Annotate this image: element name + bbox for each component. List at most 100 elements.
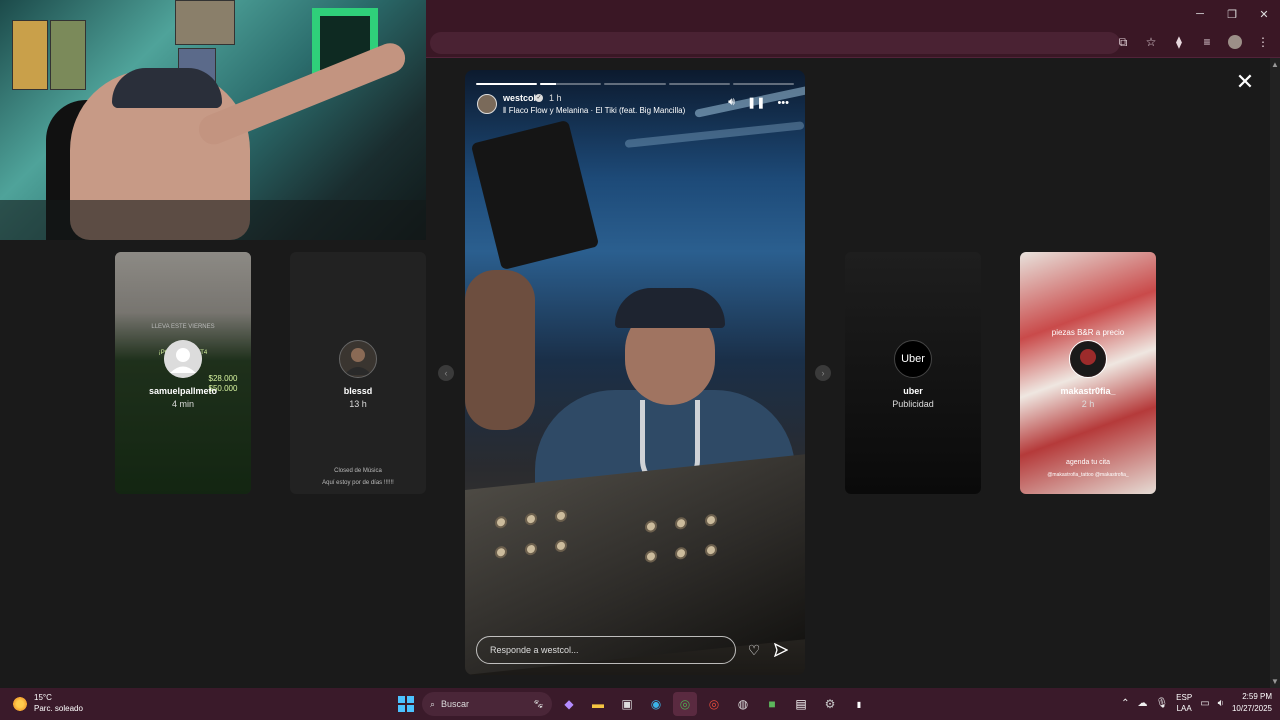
epic-games-icon[interactable]: ▮ [847, 692, 871, 716]
story-music[interactable]: ⦀ Flaco Flow y Melanina · El Tiki (feat.… [503, 106, 685, 116]
card-username: samuelpallmeto [148, 386, 218, 396]
search-label: Buscar [441, 699, 470, 709]
music-label: Flaco Flow y Melanina · El Tiki (feat. B… [508, 106, 686, 115]
mixer-knob [495, 515, 507, 529]
card-text: Closed de Música [334, 468, 382, 474]
webcam-overlay [0, 0, 426, 240]
story-card[interactable]: LLEVA ESTE VIERNES ¡POR EL VOLET4 $28.00… [115, 252, 251, 494]
wall-poster [50, 20, 86, 90]
toolbar-icons: ⧉ ☆ ⧫ ≡ ⋮ [1114, 33, 1272, 51]
search-highlight-icon: 🐾︎ [532, 698, 544, 709]
avatar: Uber [894, 340, 932, 378]
mixer-knob [675, 516, 687, 530]
lang-bottom: LAA [1176, 704, 1192, 713]
active-story[interactable] [465, 70, 805, 675]
camera-rig [470, 119, 600, 271]
scroll-down-icon[interactable]: ▼ [1271, 677, 1279, 686]
bookmark-star-icon[interactable]: ☆ [1142, 33, 1160, 51]
mixer-knob [555, 539, 567, 553]
more-icon[interactable]: ••• [777, 97, 789, 109]
story-avatar[interactable] [477, 94, 497, 114]
taskbar: 15°C Parc. soleado ⌕ Buscar 🐾︎ ◆ ▬ ▣ ◉ ◎… [0, 688, 1280, 720]
uber-logo: Uber [901, 353, 925, 365]
scrollbar[interactable]: ▲ ▼ [1270, 58, 1280, 688]
obs-icon[interactable]: ◍ [731, 692, 755, 716]
settings-icon[interactable]: ⚙ [818, 692, 842, 716]
weather-widget[interactable]: 15°C Parc. soleado [12, 692, 83, 714]
scroll-up-icon[interactable]: ▲ [1271, 60, 1279, 69]
card-text: agenda tu cita [1066, 459, 1110, 466]
network-icon[interactable]: ▭ [1200, 698, 1209, 709]
profile-avatar[interactable] [1226, 33, 1244, 51]
pause-icon[interactable]: ❚❚ [747, 96, 765, 109]
verified-badge-icon: ✓ [535, 94, 543, 102]
clock[interactable]: 2:59 PM 10/27/2025 [1232, 691, 1272, 715]
minimize-icon[interactable]: ─ [1184, 0, 1216, 28]
card-username: blessd [343, 386, 373, 396]
onedrive-icon[interactable]: ☁ [1137, 698, 1147, 709]
lang-top: ESP [1176, 693, 1193, 702]
profile-photo-icon [1071, 342, 1105, 376]
file-explorer-icon[interactable]: ▬ [586, 692, 610, 716]
avatar [1069, 340, 1107, 378]
start-button[interactable] [395, 693, 417, 715]
crowd-person [465, 270, 535, 430]
card-username: makastr0fia_ [1060, 386, 1116, 396]
card-text: $28.000 [208, 374, 238, 383]
story-username[interactable]: westcol [503, 93, 536, 103]
restore-icon[interactable]: ❐ [1216, 0, 1248, 28]
edge-icon[interactable]: ◉ [644, 692, 668, 716]
story-card[interactable]: piezas B&R a precio makastr0fia_ 2 h age… [1020, 252, 1156, 494]
minecraft-icon[interactable]: ■ [760, 692, 784, 716]
search-icon: ⌕ [430, 698, 436, 709]
mixer-knob [675, 546, 687, 560]
close-icon[interactable]: ✕ [1233, 69, 1257, 94]
window-controls: ─ ❐ ✕ [1184, 0, 1280, 28]
stage-light [624, 121, 805, 148]
progress-fill [476, 83, 538, 85]
reading-list-icon[interactable]: ≡ [1198, 33, 1216, 51]
volume-icon[interactable]: 🔉︎ [1218, 698, 1224, 709]
send-icon[interactable] [772, 641, 790, 659]
extensions-icon[interactable]: ⧫ [1170, 33, 1188, 51]
reply-input[interactable] [476, 636, 736, 664]
taskbar-search[interactable]: ⌕ Buscar 🐾︎ [422, 692, 552, 716]
copilot-icon[interactable]: ◆ [557, 692, 581, 716]
prev-story-icon[interactable]: ‹ [438, 365, 454, 381]
progress-fill [540, 83, 556, 85]
close-window-icon[interactable]: ✕ [1248, 0, 1280, 28]
wall-poster [175, 0, 235, 45]
progress-segment [732, 83, 795, 85]
card-text: piezas B&R a precio [1051, 328, 1125, 337]
story-progress [476, 83, 795, 85]
avatar [164, 340, 202, 378]
mixer-knob [645, 549, 657, 564]
chrome-profile-icon[interactable]: ◎ [702, 692, 726, 716]
next-story-icon[interactable]: › [815, 365, 831, 381]
progress-segment [604, 83, 666, 85]
desk [0, 200, 426, 240]
card-text: LLEVA ESTE VIERNES [151, 324, 215, 330]
card-text: @makastrofia_tattoo @makastrofia_ [1047, 472, 1129, 478]
story-controls: 🔊︎ ❚❚ ••• [728, 96, 789, 109]
clock-time: 2:59 PM [1242, 692, 1272, 701]
microphone-icon[interactable]: 🎙︎ [1155, 698, 1168, 709]
chevron-up-icon[interactable]: ⌃ [1121, 698, 1129, 709]
install-app-icon[interactable]: ⧉ [1114, 33, 1132, 51]
avatar [339, 340, 377, 378]
card-username: uber [903, 386, 923, 396]
story-card[interactable]: blessd 13 h Closed de Música Aquí estoy … [290, 252, 426, 494]
language-indicator[interactable]: ESP LAA [1176, 692, 1192, 714]
progress-segment [668, 83, 730, 85]
chrome-icon[interactable]: ◎ [673, 692, 697, 716]
story-time: 1 h [549, 93, 562, 103]
address-field[interactable] [430, 32, 1120, 54]
speaker-icon[interactable]: 🔊︎ [728, 96, 735, 109]
store-icon[interactable]: ▣ [615, 692, 639, 716]
capcut-icon[interactable]: ▤ [789, 692, 813, 716]
story-card[interactable]: Uber uber Publicidad [845, 252, 981, 494]
reply-row: ♡ [476, 636, 794, 664]
browser-menu-icon[interactable]: ⋮ [1254, 33, 1272, 51]
heart-icon[interactable]: ♡ [745, 641, 763, 659]
weather-desc: Parc. soleado [34, 704, 83, 713]
